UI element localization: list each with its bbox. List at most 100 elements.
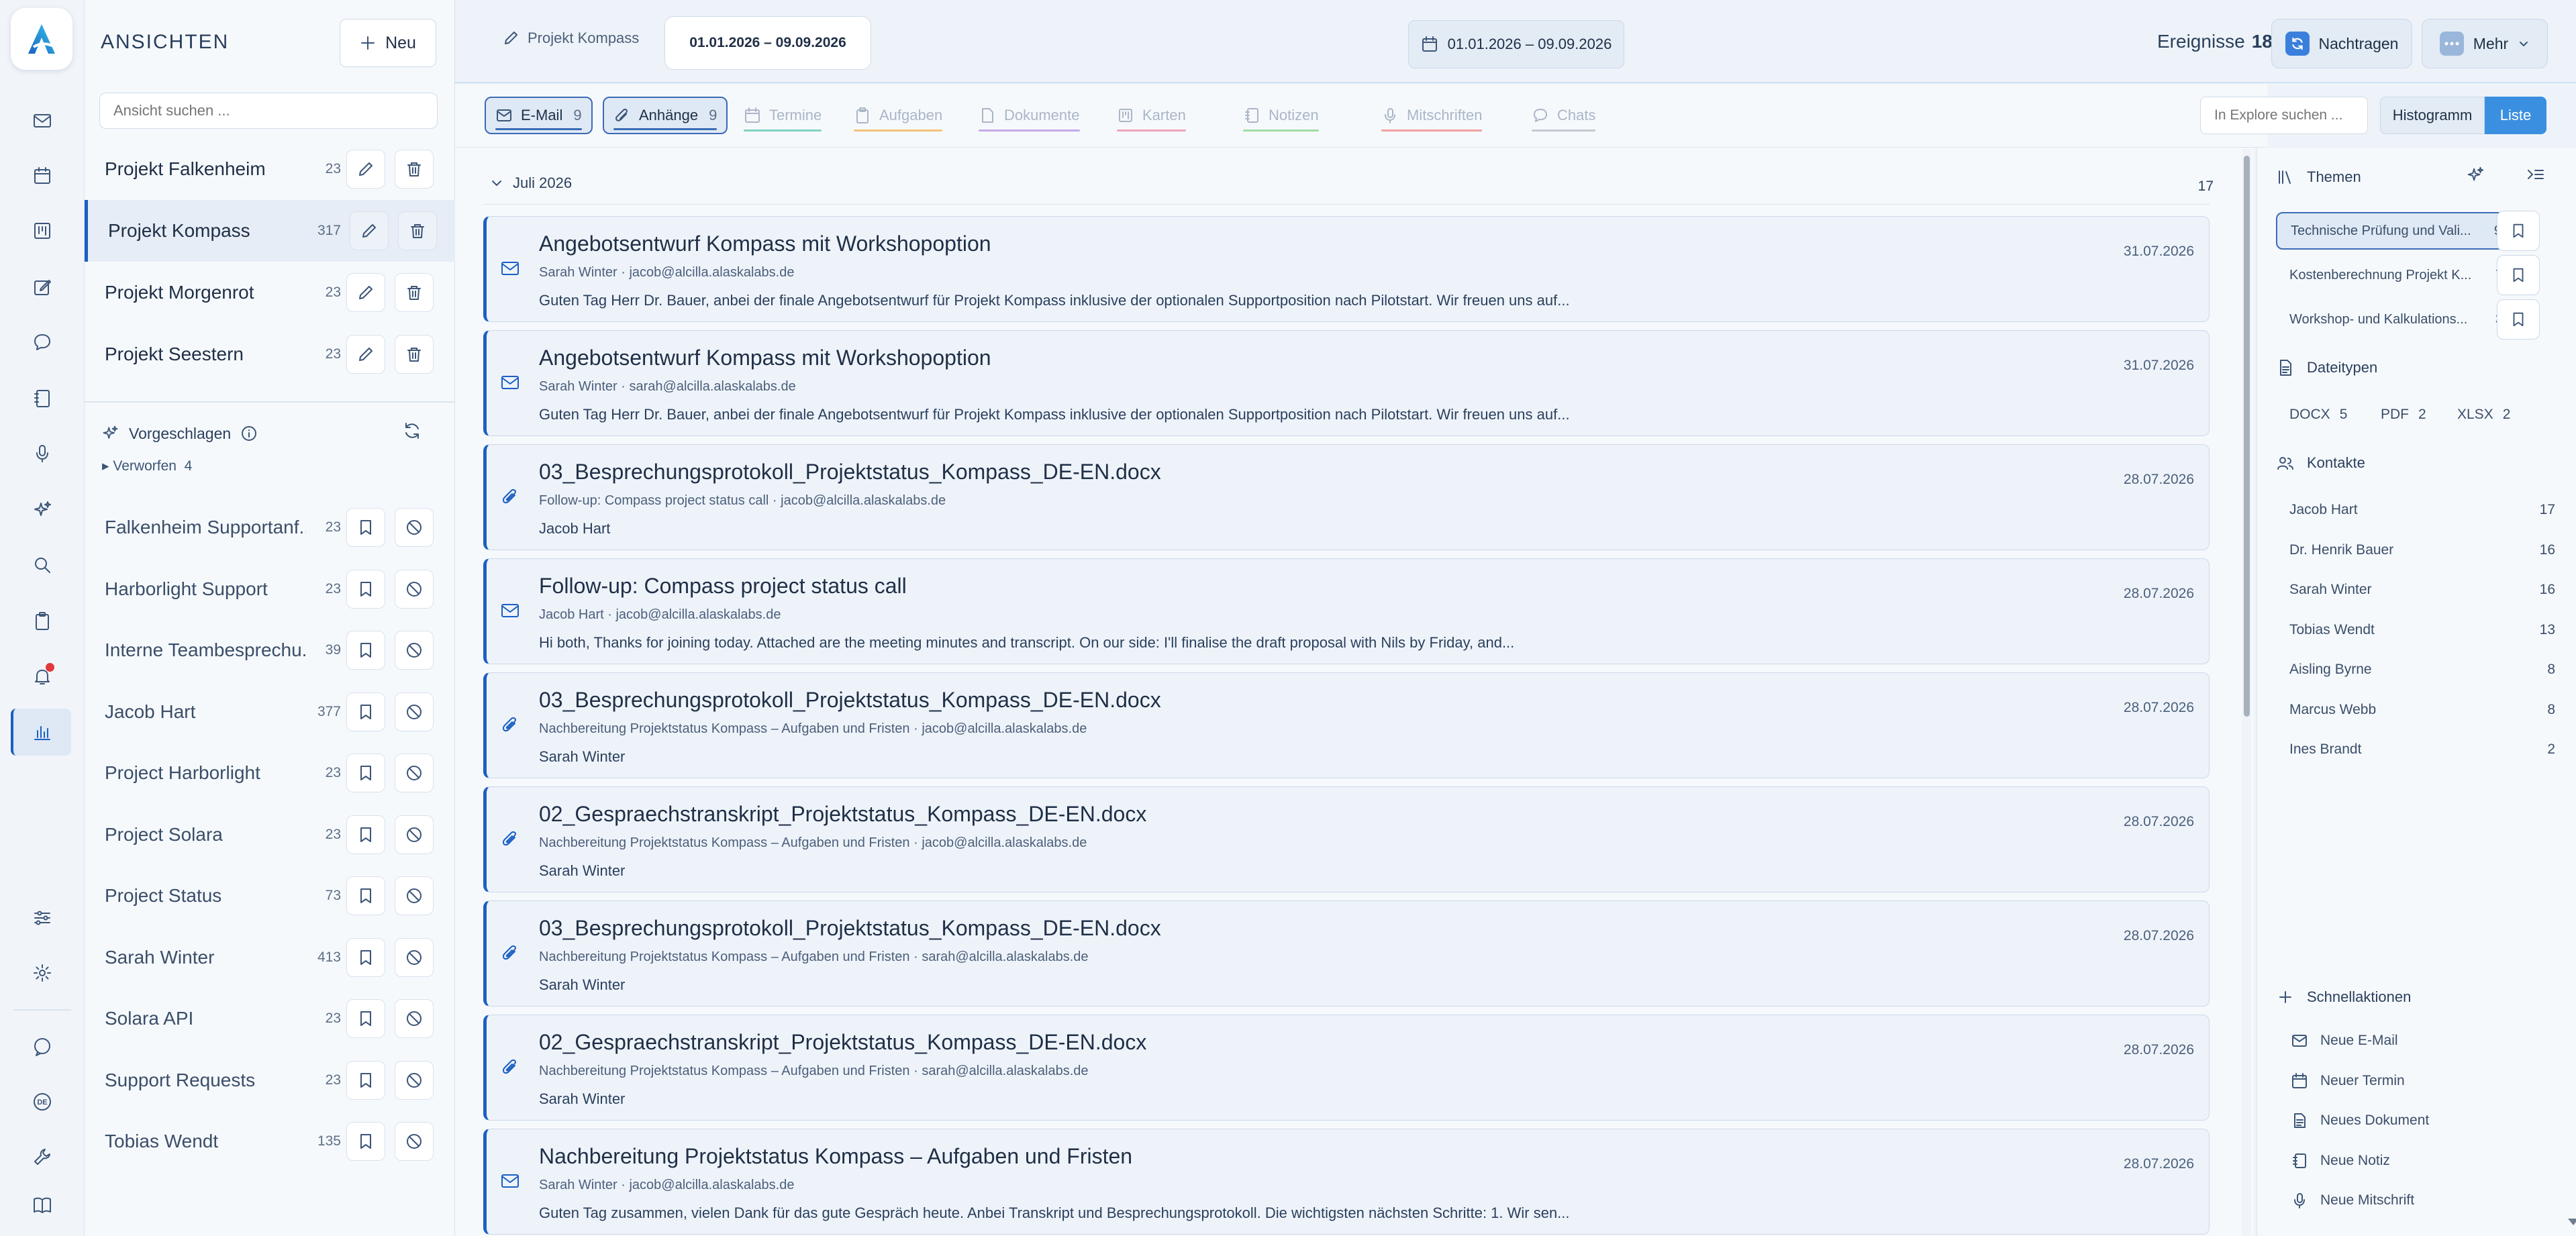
view-item[interactable]: Projekt Morgenrot 23 <box>85 262 455 323</box>
bookmark-icon[interactable] <box>346 508 385 547</box>
chart-icon[interactable] <box>11 709 71 756</box>
list-item[interactable]: Nachbereitung Projektstatus Kompass – Au… <box>483 1129 2210 1235</box>
quick-action[interactable]: Neuer Termin <box>2291 1072 2405 1090</box>
ban-icon[interactable] <box>395 569 434 609</box>
suggested-item[interactable]: Support Requests 23 <box>85 1049 455 1111</box>
language-icon[interactable]: DE <box>26 1086 58 1118</box>
trash-icon[interactable] <box>395 335 434 374</box>
filter-tab-termine[interactable]: Termine <box>734 97 831 134</box>
bookmark-icon[interactable] <box>346 569 385 609</box>
topic-item[interactable]: Technische Prüfung und Vali...9 <box>2276 212 2515 250</box>
list-item[interactable]: Angebotsentwurf Kompass mit Workshopopti… <box>483 330 2210 436</box>
pencil-icon[interactable] <box>346 335 385 374</box>
ban-icon[interactable] <box>395 508 434 547</box>
search-icon[interactable] <box>26 549 58 581</box>
ban-icon[interactable] <box>395 631 434 670</box>
bell-icon[interactable] <box>26 660 58 692</box>
catchup-button[interactable]: Nachtragen <box>2271 19 2412 68</box>
contact-item[interactable]: Aisling Byrne 8 <box>2289 662 2555 678</box>
list-item[interactable]: 02_Gespraechstranskript_Projektstatus_Ko… <box>483 786 2210 892</box>
tab-date-range[interactable]: 01.01.2026 – 09.09.2026 <box>664 16 871 70</box>
view-item[interactable]: Projekt Falkenheim 23 <box>85 138 455 200</box>
wrench-icon[interactable] <box>26 1141 58 1173</box>
filetype-chip[interactable]: PDF 2 <box>2381 407 2426 423</box>
info-icon[interactable] <box>240 425 258 442</box>
topic-item[interactable]: Kostenberechnung Projekt K...7 <box>2276 256 2515 294</box>
bookmark-icon[interactable] <box>346 999 385 1038</box>
contact-item[interactable]: Sarah Winter 16 <box>2289 582 2555 598</box>
bookmark-icon[interactable] <box>346 631 385 670</box>
suggested-item[interactable]: Harborlight Support 23 <box>85 558 455 620</box>
filter-tab-karten[interactable]: Karten <box>1107 97 1195 134</box>
contact-item[interactable]: Jacob Hart 17 <box>2289 502 2555 518</box>
contact-item[interactable]: Ines Brandt 2 <box>2289 741 2555 758</box>
bookmark-icon[interactable] <box>346 815 385 854</box>
filter-tab-anh-nge[interactable]: Anhänge 9 <box>603 97 728 134</box>
suggested-item[interactable]: Tobias Wendt 135 <box>85 1111 455 1172</box>
new-view-button[interactable]: Neu <box>340 19 436 67</box>
histogram-toggle[interactable]: Histogramm <box>2380 97 2485 134</box>
quick-action[interactable]: Neue Mitschrift <box>2291 1192 2414 1209</box>
contact-item[interactable]: Tobias Wendt 13 <box>2289 622 2555 638</box>
filter-tab-chats[interactable]: Chats <box>1522 97 1605 134</box>
bookmark-icon[interactable] <box>2497 211 2540 251</box>
bubble-icon[interactable] <box>26 1031 58 1063</box>
bookmark-icon[interactable] <box>346 692 385 731</box>
trash-icon[interactable] <box>398 211 437 250</box>
trash-icon[interactable] <box>395 273 434 312</box>
ban-icon[interactable] <box>395 937 434 977</box>
list-item[interactable]: 03_Besprechungsprotokoll_Projektstatus_K… <box>483 900 2210 1007</box>
suggested-item[interactable]: Project Harborlight 23 <box>85 742 455 804</box>
refresh-icon[interactable] <box>397 416 427 446</box>
suggested-item[interactable]: Sarah Winter 413 <box>85 927 455 988</box>
collapse-panel-icon[interactable] <box>2526 165 2553 192</box>
trash-icon[interactable] <box>395 150 434 189</box>
bookmark-icon[interactable] <box>346 754 385 792</box>
quick-action[interactable]: Neue E-Mail <box>2291 1032 2398 1049</box>
ban-icon[interactable] <box>395 1060 434 1100</box>
filetype-chip[interactable]: DOCX 5 <box>2289 407 2347 423</box>
view-search-input[interactable] <box>99 93 438 129</box>
ban-icon[interactable] <box>395 1122 434 1161</box>
bookmark-icon[interactable] <box>346 937 385 977</box>
more-button[interactable]: Mehr <box>2422 19 2548 68</box>
panel-scroll-arrow-icon[interactable] <box>2568 1219 2576 1225</box>
list-item[interactable]: 02_Gespraechstranskript_Projektstatus_Ko… <box>483 1015 2210 1121</box>
suggested-item[interactable]: Project Solara 23 <box>85 804 455 866</box>
clipboard-icon[interactable] <box>26 605 58 637</box>
suggested-item[interactable]: Falkenheim Supportanf... 23 <box>85 497 455 558</box>
view-item[interactable]: Projekt Seestern 23 <box>85 323 455 385</box>
filter-tab-dokumente[interactable]: Dokumente <box>969 97 1089 134</box>
bookmark-icon[interactable] <box>2497 255 2540 295</box>
gear-icon[interactable] <box>26 957 58 989</box>
pencil-icon[interactable] <box>350 211 389 250</box>
explore-search-input[interactable] <box>2200 97 2368 134</box>
ban-icon[interactable] <box>395 815 434 854</box>
view-item[interactable]: Projekt Kompass 317 <box>85 200 455 262</box>
ban-icon[interactable] <box>395 754 434 792</box>
suggested-item[interactable]: Jacob Hart 377 <box>85 681 455 743</box>
sliders-icon[interactable] <box>26 902 58 934</box>
filter-tab-notizen[interactable]: Notizen <box>1234 97 1328 134</box>
bookmark-icon[interactable] <box>346 876 385 915</box>
pencil-icon[interactable] <box>346 273 385 312</box>
sparkles-icon[interactable] <box>2465 165 2492 192</box>
edit-icon[interactable] <box>26 271 58 303</box>
chat-icon[interactable] <box>26 326 58 358</box>
ban-icon[interactable] <box>395 999 434 1038</box>
notebook-icon[interactable] <box>26 382 58 415</box>
book-icon[interactable] <box>26 1189 58 1221</box>
list-item[interactable]: 03_Besprechungsprotokoll_Projektstatus_K… <box>483 444 2210 550</box>
list-item[interactable]: Angebotsentwurf Kompass mit Workshopopti… <box>483 216 2210 322</box>
month-group-toggle[interactable]: Juli 2026 <box>490 174 572 192</box>
tab-project[interactable]: Projekt Kompass <box>502 30 639 47</box>
pencil-icon[interactable] <box>346 150 385 189</box>
calendar-icon[interactable] <box>26 160 58 192</box>
list-item[interactable]: Follow-up: Compass project status call Ja… <box>483 558 2210 664</box>
quick-action[interactable]: Neue Notiz <box>2291 1152 2390 1170</box>
bookmark-icon[interactable] <box>346 1122 385 1161</box>
list-scrollbar-thumb[interactable] <box>2244 156 2250 717</box>
filter-tab-e-mail[interactable]: E-Mail 9 <box>485 97 593 134</box>
topic-item[interactable]: Workshop- und Kalkulations...3 <box>2276 301 2515 338</box>
rejected-toggle[interactable]: ▸ Verworfen 4 <box>102 458 192 474</box>
